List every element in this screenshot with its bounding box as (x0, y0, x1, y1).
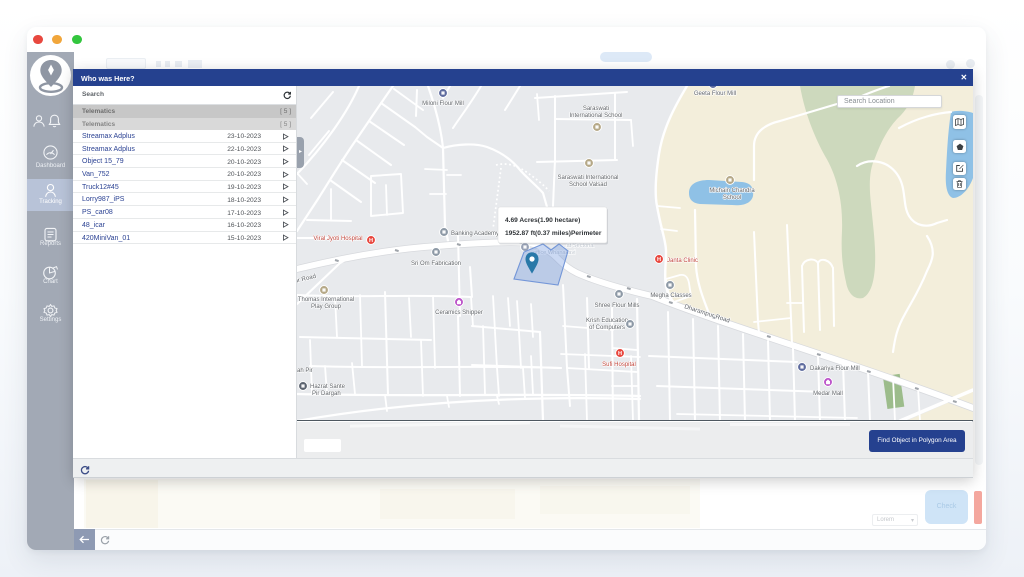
svg-text:Geeta Flour Mill: Geeta Flour Mill (694, 91, 736, 97)
svg-text:1952.87 ft(0.37 miles)Perimete: 1952.87 ft(0.37 miles)Perimeter (505, 230, 602, 237)
svg-text:Shree Flour Mills: Shree Flour Mills (594, 303, 639, 309)
svg-text:Sri Om Fabrication: Sri Om Fabrication (411, 261, 461, 267)
svg-text:School Valsad: School Valsad (569, 182, 607, 188)
svg-text:Hazrat Sante: Hazrat Sante (310, 384, 346, 390)
svg-text:School: School (723, 195, 741, 201)
svg-text:ah Pir: ah Pir (297, 368, 313, 374)
svg-text:Thomas International: Thomas International (298, 297, 354, 303)
svg-text:Viral Jyoti Hospital: Viral Jyoti Hospital (313, 236, 362, 242)
svg-text:Pir Dargah: Pir Dargah (312, 391, 341, 397)
svg-text:of Computers: of Computers (589, 325, 625, 331)
svg-text:Saraswati International: Saraswati International (557, 175, 618, 181)
svg-text:H: H (369, 238, 373, 244)
svg-text:Krish Education: Krish Education (586, 318, 628, 324)
svg-text:Megha Classes: Megha Classes (650, 293, 691, 299)
svg-text:H: H (618, 351, 622, 357)
svg-text:Michain Chandra: Michain Chandra (709, 188, 755, 194)
svg-text:Saraswati: Saraswati (583, 106, 609, 112)
svg-text:Play Group: Play Group (311, 304, 342, 310)
svg-text:Medar Mall: Medar Mall (813, 391, 843, 397)
svg-text:Dakariya Flour Mill: Dakariya Flour Mill (810, 366, 860, 372)
svg-text:H: H (657, 257, 661, 263)
svg-text:Janta Clinic: Janta Clinic (667, 258, 698, 264)
svg-text:International School: International School (569, 113, 622, 119)
svg-text:Banking Academy: Banking Academy (451, 231, 499, 237)
svg-text:4.69 Acres(1.90 hectare): 4.69 Acres(1.90 hectare) (505, 217, 580, 224)
svg-text:Sufi Hospital: Sufi Hospital (602, 362, 636, 368)
svg-text:Miloni Flour Mill: Miloni Flour Mill (422, 101, 464, 107)
svg-text:Ceramics Shipper: Ceramics Shipper (435, 310, 483, 316)
